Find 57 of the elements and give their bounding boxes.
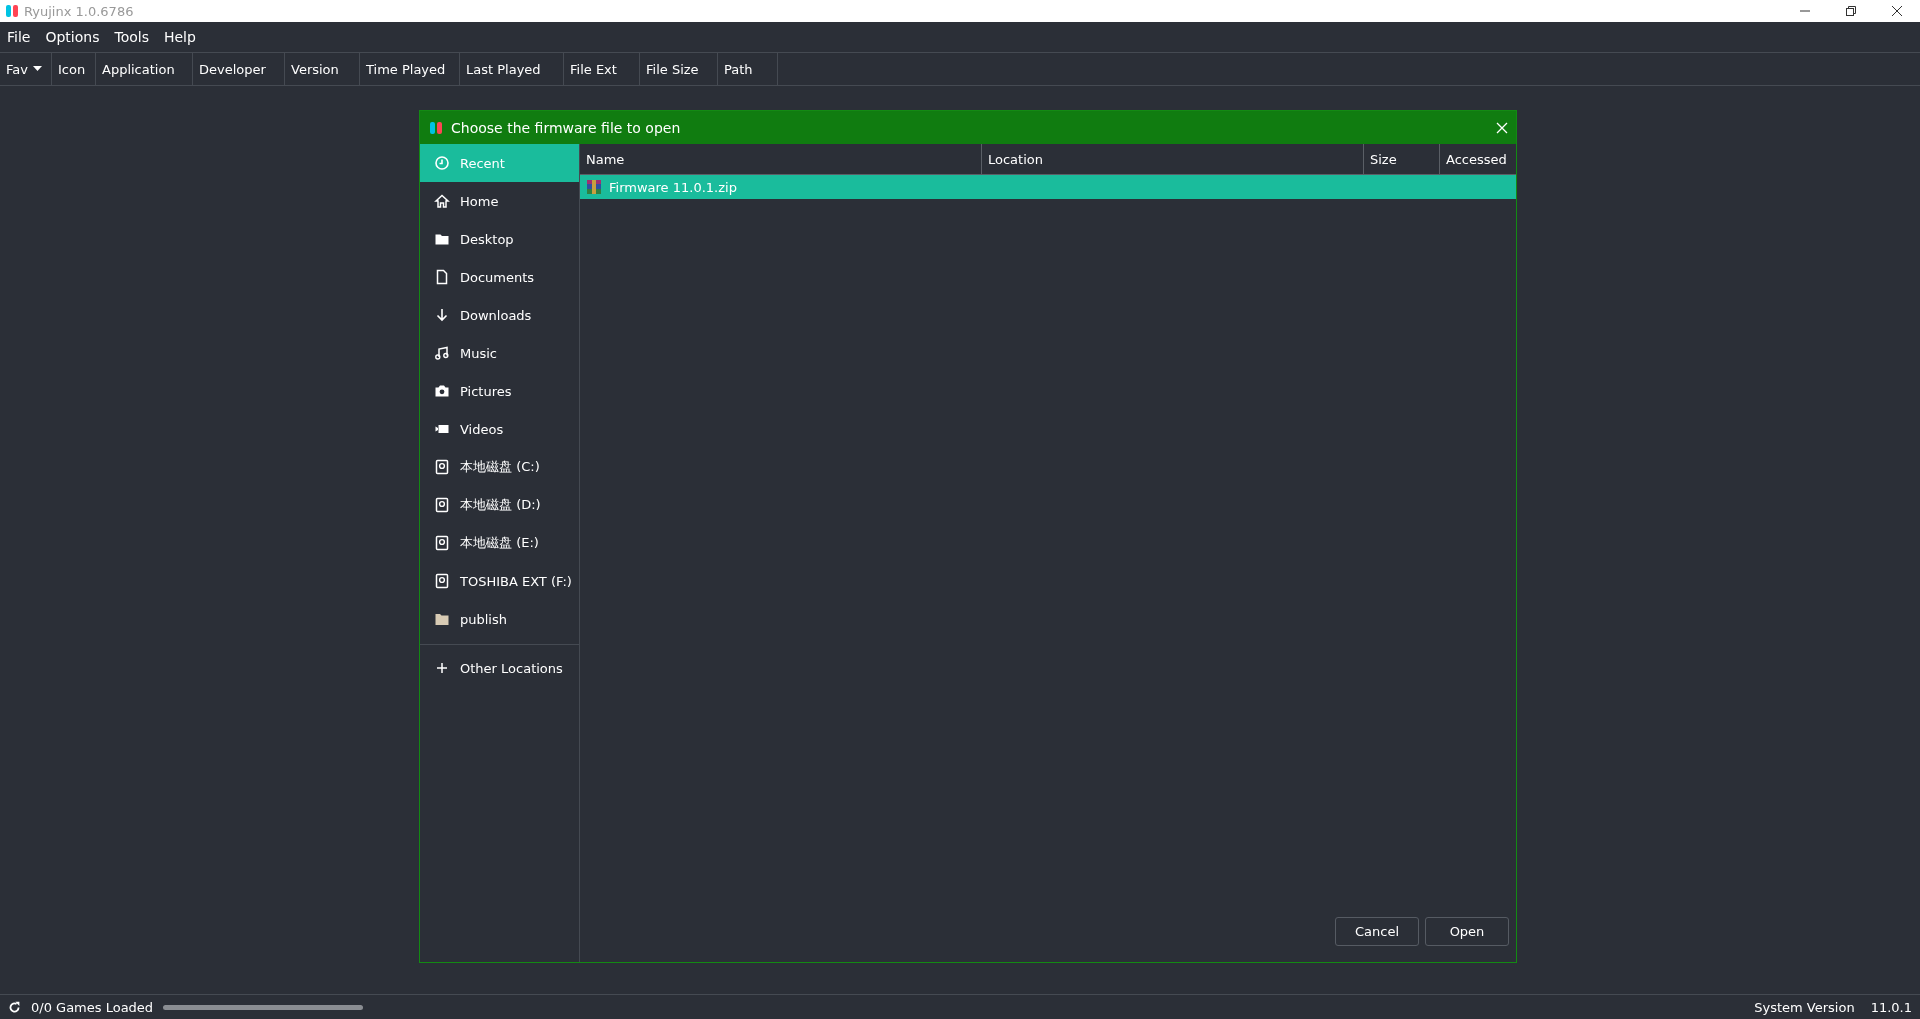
column-header[interactable]: Fav [0,53,52,85]
documents-icon [434,269,450,285]
column-header[interactable]: Path [718,53,778,85]
sidebar-item[interactable]: Desktop [420,220,579,258]
music-icon [434,345,450,361]
menu-item[interactable]: Options [38,29,108,45]
sidebar-item[interactable]: Videos [420,410,579,448]
dialog-button[interactable]: Cancel [1335,917,1419,946]
sidebar-item[interactable]: Music [420,334,579,372]
sidebar-item[interactable]: Documents [420,258,579,296]
pictures-icon [434,383,450,399]
column-header[interactable]: Icon [52,53,96,85]
sidebar-item[interactable]: Home [420,182,579,220]
system-version-label: System Version [1754,999,1855,1015]
downloads-icon [434,307,450,323]
dialog-button[interactable]: Open [1425,917,1509,946]
sidebar-item[interactable]: Other Locations [420,649,579,687]
dropdown-arrow-icon [32,66,42,72]
menu-item[interactable]: File [0,29,39,45]
sidebar-item[interactable]: Pictures [420,372,579,410]
column-header[interactable]: Time Played [360,53,460,85]
system-version-value: 11.0.1 [1870,999,1912,1015]
archive-icon [586,179,602,195]
menu-item[interactable]: Help [156,29,204,45]
sidebar-item[interactable]: publish [420,600,579,638]
drive-icon [434,535,450,551]
plus-icon [434,660,450,676]
recent-icon [434,155,450,171]
column-header[interactable]: Accessed [1440,144,1516,174]
close-icon[interactable] [1892,6,1902,16]
column-header[interactable]: Size [1364,144,1440,174]
sidebar-item[interactable]: 本地磁盘 (D:) [420,486,579,524]
sidebar-item[interactable]: 本地磁盘 (E:) [420,524,579,562]
sidebar-item[interactable]: 本地磁盘 (C:) [420,448,579,486]
folder-icon [434,611,450,627]
sidebar-item[interactable]: Downloads [420,296,579,334]
column-header[interactable]: Version [285,53,360,85]
column-header[interactable]: Last Played [460,53,564,85]
drive-icon [434,573,450,589]
drive-icon [434,497,450,513]
column-header[interactable]: File Size [640,53,718,85]
refresh-icon[interactable] [8,1000,21,1014]
sidebar-item[interactable]: TOSHIBA EXT (F:) [420,562,579,600]
app-logo-icon [4,3,20,19]
home-icon [434,193,450,209]
menu-item[interactable]: Tools [107,29,157,45]
column-header[interactable]: Name [580,144,982,174]
app-logo-icon [428,119,444,136]
column-header[interactable]: Developer [193,53,285,85]
window-title: Ryujinx 1.0.6786 [24,3,134,19]
dialog-title: Choose the firmware file to open [451,119,681,136]
games-loaded-text: 0/0 Games Loaded [31,999,154,1015]
column-header[interactable]: File Ext [564,53,640,85]
column-header[interactable]: Application [96,53,193,85]
drive-icon [434,459,450,475]
column-header[interactable]: Location [982,144,1364,174]
restore-icon[interactable] [1846,6,1856,16]
